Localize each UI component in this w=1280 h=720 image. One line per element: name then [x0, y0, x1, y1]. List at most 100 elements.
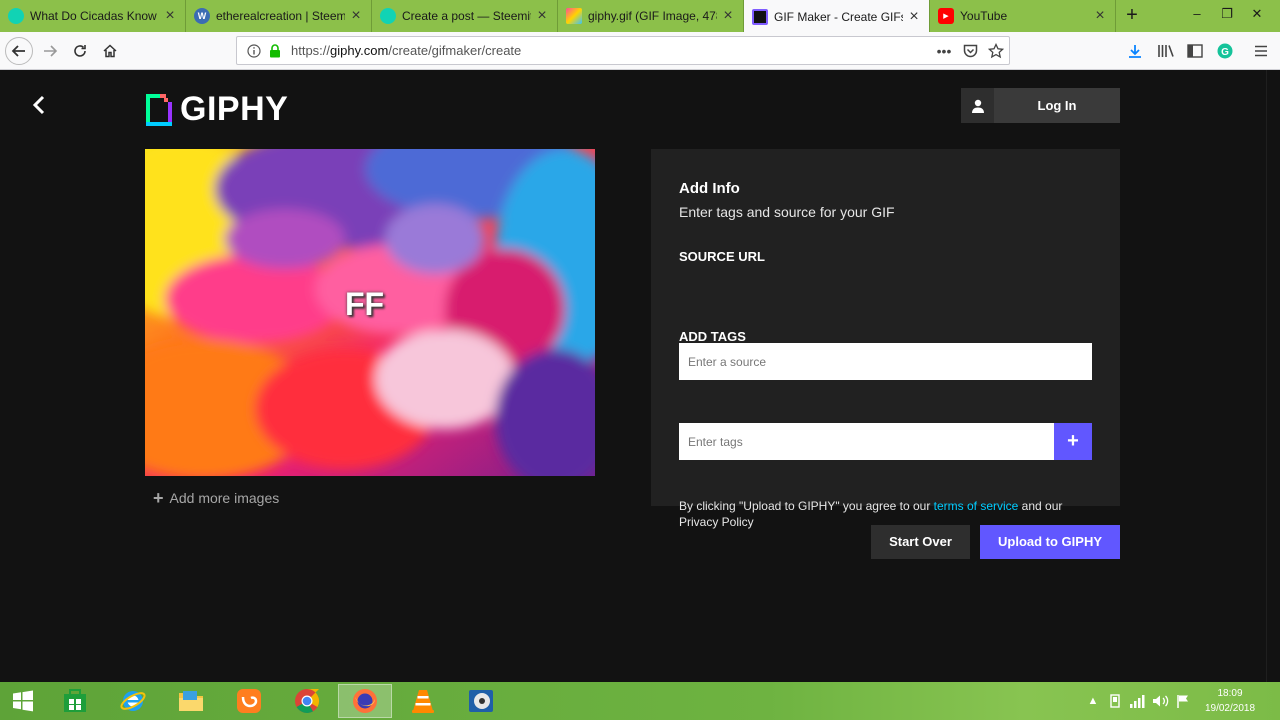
chevron-left-icon[interactable] — [30, 94, 48, 116]
tab-label: giphy.gif (GIF Image, 478 — [588, 9, 717, 23]
pocket-icon[interactable] — [957, 44, 983, 58]
taskbar-firefox[interactable] — [338, 684, 392, 718]
taskbar-internet-explorer[interactable] — [106, 684, 160, 718]
url-bar[interactable]: https://giphy.com/create/gifmaker/create… — [236, 36, 1010, 65]
tags-input[interactable] — [679, 423, 1054, 460]
url-host: giphy.com — [330, 43, 389, 58]
steemit-favicon-icon — [380, 8, 396, 24]
taskbar-vlc[interactable] — [396, 684, 450, 718]
login-button[interactable]: Log In — [961, 88, 1120, 123]
tab-create-post[interactable]: Create a post — Steemit × — [372, 0, 558, 32]
arrow-right-icon — [44, 45, 58, 57]
uc-browser-icon — [237, 689, 261, 713]
library-icon[interactable] — [1155, 40, 1177, 62]
reload-icon — [74, 45, 86, 57]
bookmark-star-icon[interactable] — [983, 42, 1009, 59]
close-icon[interactable]: × — [907, 8, 921, 24]
close-icon[interactable]: × — [721, 8, 735, 24]
volume-icon[interactable] — [1151, 692, 1171, 710]
logo-text: GIPHY — [180, 90, 289, 128]
tab-cicadas[interactable]: What Do Cicadas Know Ab × — [0, 0, 186, 32]
url-scheme: https:// — [291, 43, 331, 58]
add-tag-button[interactable]: + — [1054, 423, 1092, 460]
lock-icon[interactable] — [265, 43, 285, 58]
restore-button[interactable]: ❐ — [1210, 0, 1244, 32]
home-icon — [103, 44, 117, 58]
minimize-button[interactable]: – — [1180, 0, 1214, 32]
steemit-favicon-icon — [8, 8, 24, 24]
terms-of-service-link[interactable]: terms of service — [934, 499, 1019, 513]
action-center-flag-icon[interactable] — [1175, 692, 1191, 710]
reload-button[interactable] — [67, 38, 93, 64]
terms-prefix: By clicking "Upload to GIPHY" you agree … — [679, 499, 934, 513]
giphy-logo[interactable]: GIPHY — [146, 90, 288, 129]
window-close-button[interactable]: ✕ — [1240, 0, 1274, 32]
start-button[interactable] — [0, 684, 46, 718]
arrow-left-icon — [11, 45, 25, 57]
source-url-input[interactable] — [679, 343, 1092, 380]
vlc-icon — [412, 690, 434, 713]
network-icon[interactable] — [1128, 692, 1146, 710]
tab-label: etherealcreation | Steem — [216, 9, 345, 23]
taskbar-media-app[interactable] — [454, 684, 508, 718]
folder-icon — [179, 691, 203, 711]
windows-taskbar: ▲ 18:09 19/02/2018 — [0, 682, 1280, 720]
taskbar-file-explorer[interactable] — [164, 684, 218, 718]
tab-giphy-gif[interactable]: giphy.gif (GIF Image, 478 × — [558, 0, 744, 32]
add-info-panel: Add Info Enter tags and source for your … — [651, 149, 1120, 529]
start-over-button[interactable]: Start Over — [871, 525, 970, 559]
tab-label: What Do Cicadas Know Ab — [30, 9, 159, 23]
device-icon[interactable] — [1106, 692, 1124, 710]
user-icon — [961, 88, 994, 123]
add-more-images-button[interactable]: + Add more images — [153, 488, 279, 508]
taskbar-chrome[interactable] — [280, 684, 334, 718]
close-icon[interactable]: × — [535, 8, 549, 24]
clock-time: 18:09 — [1217, 688, 1243, 699]
tab-gif-maker[interactable]: GIF Maker - Create GIFs fro × — [744, 0, 930, 33]
sidebar-icon[interactable] — [1184, 40, 1206, 62]
download-icon[interactable] — [1124, 40, 1146, 62]
giphy-page: GIPHY Log In FF + Add more images Add In… — [0, 70, 1266, 682]
svg-text:G: G — [1221, 47, 1229, 58]
forward-button[interactable] — [37, 38, 63, 64]
taskbar-uc-browser[interactable] — [222, 684, 276, 718]
tray-overflow-icon[interactable]: ▲ — [1086, 692, 1100, 710]
tab-label: GIF Maker - Create GIFs fro — [774, 9, 903, 24]
upload-to-giphy-button[interactable]: Upload to GIPHY — [980, 525, 1120, 559]
url-path: /create/gifmaker/create — [388, 43, 522, 58]
system-clock[interactable]: 18:09 19/02/2018 — [1200, 686, 1260, 716]
windows-logo-icon — [13, 690, 33, 712]
grammarly-icon[interactable]: G — [1214, 40, 1236, 62]
back-button[interactable] — [5, 37, 33, 65]
chrome-icon — [295, 689, 320, 714]
page-actions-icon[interactable]: ••• — [931, 43, 957, 59]
terms-mid: and our — [1018, 499, 1063, 513]
add-tags-label: ADD TAGS — [679, 329, 746, 344]
plus-icon: + — [153, 488, 164, 508]
info-icon[interactable] — [243, 43, 265, 58]
close-icon[interactable]: × — [349, 8, 363, 24]
internet-explorer-icon — [120, 691, 146, 711]
tab-label: YouTube — [960, 9, 1008, 23]
tab-etherealcreation[interactable]: W etherealcreation | Steem × — [186, 0, 372, 32]
new-tab-button[interactable]: + — [1120, 4, 1144, 28]
close-icon[interactable]: × — [163, 8, 177, 24]
taskbar-store[interactable] — [48, 684, 102, 718]
giphy-favicon-icon — [752, 8, 768, 25]
privacy-policy-link[interactable]: Privacy Policy — [679, 515, 754, 529]
home-button[interactable] — [97, 38, 123, 64]
page-scrollbar[interactable] — [1266, 70, 1280, 682]
browser-nav-bar: https://giphy.com/create/gifmaker/create… — [0, 32, 1280, 70]
tab-youtube[interactable]: ▶ YouTube × — [930, 0, 1116, 32]
giphy-logo-icon — [146, 93, 172, 126]
wordpress-favicon-icon: W — [194, 8, 210, 24]
media-player-icon — [469, 690, 493, 712]
source-url-label: SOURCE URL — [679, 249, 765, 264]
store-icon — [64, 689, 86, 712]
gif-preview-image: FF — [145, 149, 595, 476]
close-icon[interactable]: × — [1093, 8, 1107, 24]
add-info-title: Add Info — [679, 180, 740, 197]
firefox-icon — [353, 689, 377, 713]
url-text[interactable]: https://giphy.com/create/gifmaker/create — [291, 43, 931, 58]
menu-hamburger-icon[interactable] — [1250, 40, 1272, 62]
